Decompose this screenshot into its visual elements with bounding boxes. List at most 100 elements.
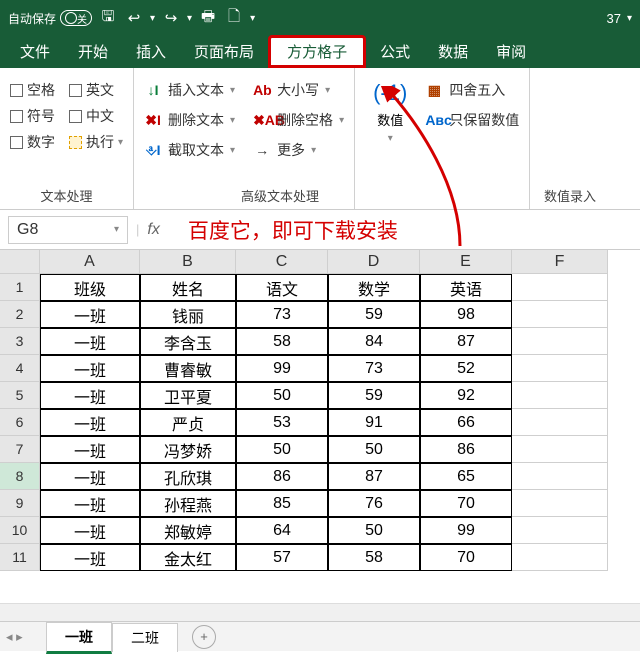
tab-review[interactable]: 审阅 <box>482 35 540 68</box>
cell[interactable] <box>512 517 608 544</box>
data-cell[interactable]: 70 <box>420 490 512 517</box>
header-cell[interactable]: 班级 <box>40 274 140 301</box>
undo-icon[interactable]: ↩ <box>124 9 144 27</box>
col-header[interactable]: F <box>512 250 608 274</box>
tab-file[interactable]: 文件 <box>6 35 64 68</box>
redo-icon[interactable]: ↪ <box>161 9 181 27</box>
print-icon[interactable]: 🖶 <box>198 6 218 31</box>
data-cell[interactable]: 99 <box>236 355 328 382</box>
tab-home[interactable]: 开始 <box>64 35 122 68</box>
cell[interactable] <box>512 463 608 490</box>
data-cell[interactable]: 一班 <box>40 517 140 544</box>
row-header[interactable]: 6 <box>0 409 40 436</box>
tab-fanggezi[interactable]: 方方格子 <box>268 35 366 68</box>
data-cell[interactable]: 郑敏婷 <box>140 517 236 544</box>
new-icon[interactable]: 🗋 <box>224 6 244 31</box>
row-header[interactable]: 2 <box>0 301 40 328</box>
row-header[interactable]: 9 <box>0 490 40 517</box>
data-cell[interactable]: 52 <box>420 355 512 382</box>
data-cell[interactable]: 一班 <box>40 490 140 517</box>
data-cell[interactable]: 73 <box>236 301 328 328</box>
data-cell[interactable]: 50 <box>328 517 420 544</box>
data-cell[interactable]: 92 <box>420 382 512 409</box>
data-cell[interactable]: 64 <box>236 517 328 544</box>
data-cell[interactable]: 91 <box>328 409 420 436</box>
data-cell[interactable]: 53 <box>236 409 328 436</box>
chk-english[interactable]: 英文 <box>69 80 123 100</box>
data-cell[interactable]: 66 <box>420 409 512 436</box>
data-cell[interactable]: 70 <box>420 544 512 571</box>
cell[interactable] <box>512 409 608 436</box>
data-cell[interactable]: 孙程燕 <box>140 490 236 517</box>
data-cell[interactable]: 曹睿敏 <box>140 355 236 382</box>
data-cell[interactable]: 钱丽 <box>140 301 236 328</box>
data-cell[interactable]: 59 <box>328 301 420 328</box>
data-cell[interactable]: 一班 <box>40 436 140 463</box>
row-header[interactable]: 3 <box>0 328 40 355</box>
horizontal-scrollbar[interactable] <box>0 603 640 621</box>
data-cell[interactable]: 57 <box>236 544 328 571</box>
btn-more[interactable]: →更多 ▾ <box>253 140 344 160</box>
data-cell[interactable]: 87 <box>420 328 512 355</box>
header-cell[interactable]: 英语 <box>420 274 512 301</box>
cell[interactable] <box>512 301 608 328</box>
col-header[interactable]: E <box>420 250 512 274</box>
cell[interactable] <box>512 274 608 301</box>
autosave-toggle[interactable]: 自动保存 关 <box>8 10 92 27</box>
data-cell[interactable]: 50 <box>328 436 420 463</box>
chk-space[interactable]: 空格 <box>10 80 55 100</box>
row-header[interactable]: 4 <box>0 355 40 382</box>
data-cell[interactable]: 孔欣琪 <box>140 463 236 490</box>
cell[interactable] <box>512 544 608 571</box>
tab-insert[interactable]: 插入 <box>122 35 180 68</box>
data-cell[interactable]: 一班 <box>40 409 140 436</box>
cell[interactable] <box>512 328 608 355</box>
btn-del-space[interactable]: ✖AB删除空格 ▾ <box>253 110 344 130</box>
data-cell[interactable]: 84 <box>328 328 420 355</box>
add-sheet-button[interactable]: + <box>192 625 216 649</box>
data-cell[interactable]: 58 <box>236 328 328 355</box>
data-cell[interactable]: 85 <box>236 490 328 517</box>
select-all-corner[interactable] <box>0 250 40 274</box>
cell[interactable] <box>512 355 608 382</box>
cell[interactable] <box>512 436 608 463</box>
header-cell[interactable]: 姓名 <box>140 274 236 301</box>
data-cell[interactable]: 86 <box>236 463 328 490</box>
sheet-tab-1[interactable]: 一班 <box>46 622 112 654</box>
data-cell[interactable]: 98 <box>420 301 512 328</box>
chk-symbol[interactable]: 符号 <box>10 106 55 126</box>
data-cell[interactable]: 李含玉 <box>140 328 236 355</box>
row-header[interactable]: 11 <box>0 544 40 571</box>
cell[interactable] <box>512 490 608 517</box>
header-cell[interactable]: 语文 <box>236 274 328 301</box>
tab-formula[interactable]: 公式 <box>366 35 424 68</box>
row-header[interactable]: 8 <box>0 463 40 490</box>
col-header[interactable]: B <box>140 250 236 274</box>
data-cell[interactable]: 一班 <box>40 355 140 382</box>
btn-round[interactable]: ▦四舍五入 <box>425 80 519 100</box>
data-cell[interactable]: 73 <box>328 355 420 382</box>
data-cell[interactable]: 一班 <box>40 463 140 490</box>
data-cell[interactable]: 76 <box>328 490 420 517</box>
cell[interactable] <box>512 382 608 409</box>
chk-number[interactable]: 数字 <box>10 132 55 152</box>
data-cell[interactable]: 50 <box>236 436 328 463</box>
data-cell[interactable]: 一班 <box>40 301 140 328</box>
col-header[interactable]: D <box>328 250 420 274</box>
data-cell[interactable]: 一班 <box>40 382 140 409</box>
data-cell[interactable]: 金太红 <box>140 544 236 571</box>
data-cell[interactable]: 严贞 <box>140 409 236 436</box>
tab-data[interactable]: 数据 <box>424 35 482 68</box>
data-cell[interactable]: 一班 <box>40 544 140 571</box>
data-cell[interactable]: 59 <box>328 382 420 409</box>
tab-layout[interactable]: 页面布局 <box>180 35 268 68</box>
chk-chinese[interactable]: 中文 <box>69 106 123 126</box>
btn-case[interactable]: Ab大小写 ▾ <box>253 80 344 100</box>
btn-numeric[interactable]: (-1) 数值 ▾ <box>365 74 415 207</box>
name-box[interactable]: G8▾ <box>8 216 128 244</box>
header-cell[interactable]: 数学 <box>328 274 420 301</box>
data-cell[interactable]: 58 <box>328 544 420 571</box>
data-cell[interactable]: 50 <box>236 382 328 409</box>
row-header[interactable]: 5 <box>0 382 40 409</box>
spreadsheet-grid[interactable]: ABCDEF1班级姓名语文数学英语2一班钱丽7359983一班李含玉588487… <box>0 250 640 571</box>
